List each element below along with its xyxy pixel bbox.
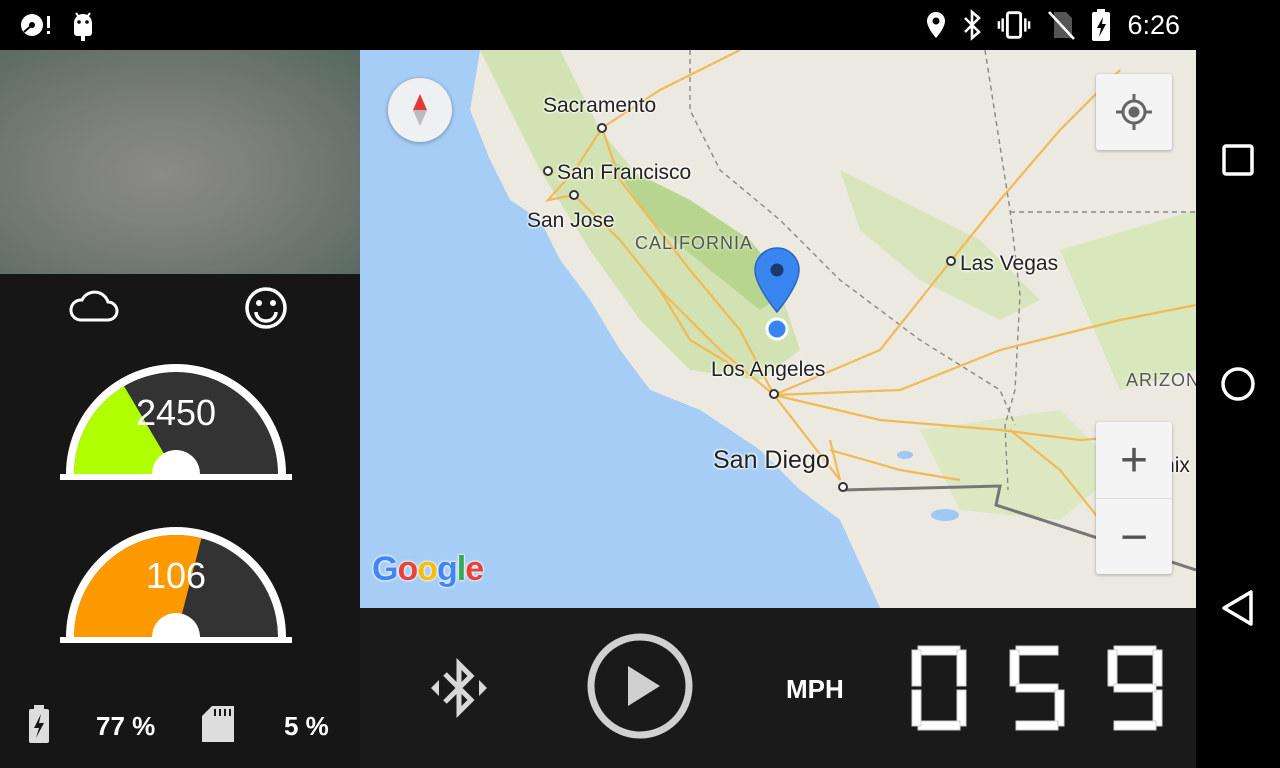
battery-percent: 77 % (96, 711, 156, 741)
android-debug-icon (66, 8, 100, 42)
speed-unit: MPH (786, 674, 844, 704)
bluetooth-button[interactable] (422, 646, 496, 730)
map-label-arizona: ARIZONA (1126, 370, 1196, 390)
smiley-icon[interactable] (244, 286, 288, 335)
disk-warning-icon (18, 8, 52, 42)
map-label-san-francisco: San Francisco (557, 161, 692, 184)
battery-charging-icon (1084, 8, 1118, 42)
weather-row (0, 284, 360, 332)
clock-time: 6:26 (1127, 10, 1180, 40)
map-label-los-angeles: Los Angeles (711, 358, 826, 381)
compass-button[interactable] (388, 78, 452, 142)
map-label-san-jose: San Jose (527, 209, 615, 232)
map-label-san-diego: San Diego (713, 446, 830, 474)
recent-apps-button[interactable] (1216, 138, 1260, 182)
media-controls-bar: MPH (360, 608, 1196, 768)
bluetooth-icon (431, 657, 487, 719)
zoom-in-button[interactable]: + (1096, 422, 1172, 499)
rpm-gauge: 2450 (60, 360, 292, 480)
speed-digit-2 (1008, 644, 1066, 732)
square-icon (1222, 144, 1254, 176)
cloud-icon[interactable] (68, 288, 120, 329)
map-label-california: CALIFORNIA (635, 233, 754, 253)
no-sim-icon (1044, 8, 1078, 42)
map-view[interactable]: Sacramento San Francisco San Jose CALIFO… (360, 50, 1196, 608)
storage-percent: 5 % (284, 711, 329, 741)
status-bar: 6:26 (0, 0, 1196, 50)
play-icon (587, 633, 693, 739)
camera-preview[interactable] (0, 50, 360, 274)
google-logo: Google (372, 550, 484, 588)
circle-icon (1221, 367, 1255, 401)
navigation-bar (1196, 0, 1280, 768)
bluetooth-icon (956, 8, 990, 42)
back-triangle-icon (1222, 590, 1253, 626)
location-pin-icon (919, 8, 953, 42)
battery-charging-icon (26, 704, 52, 751)
left-panel: 2450 106 77 % 5 % (0, 50, 360, 768)
compass-needle-icon (413, 94, 427, 126)
zoom-controls: + − (1096, 422, 1172, 574)
speed-digit-3 (1106, 644, 1164, 732)
vibrate-icon (997, 8, 1031, 42)
device-status-row: 77 % 5 % (0, 700, 360, 750)
temperature-value: 106 (145, 555, 207, 596)
temperature-gauge: 106 (60, 523, 292, 643)
zoom-out-button[interactable]: − (1096, 499, 1172, 575)
map-label-sacramento: Sacramento (543, 94, 657, 117)
my-location-button[interactable] (1096, 74, 1172, 150)
speed-digit-1 (910, 644, 968, 732)
rpm-value: 2450 (135, 392, 217, 433)
back-button[interactable] (1216, 586, 1260, 630)
location-marker-icon[interactable] (752, 246, 802, 347)
home-button[interactable] (1216, 362, 1260, 406)
sd-card-icon (200, 704, 236, 751)
play-button[interactable] (586, 632, 694, 740)
map-label-las-vegas: Las Vegas (960, 252, 1059, 275)
crosshair-icon (1116, 94, 1152, 130)
